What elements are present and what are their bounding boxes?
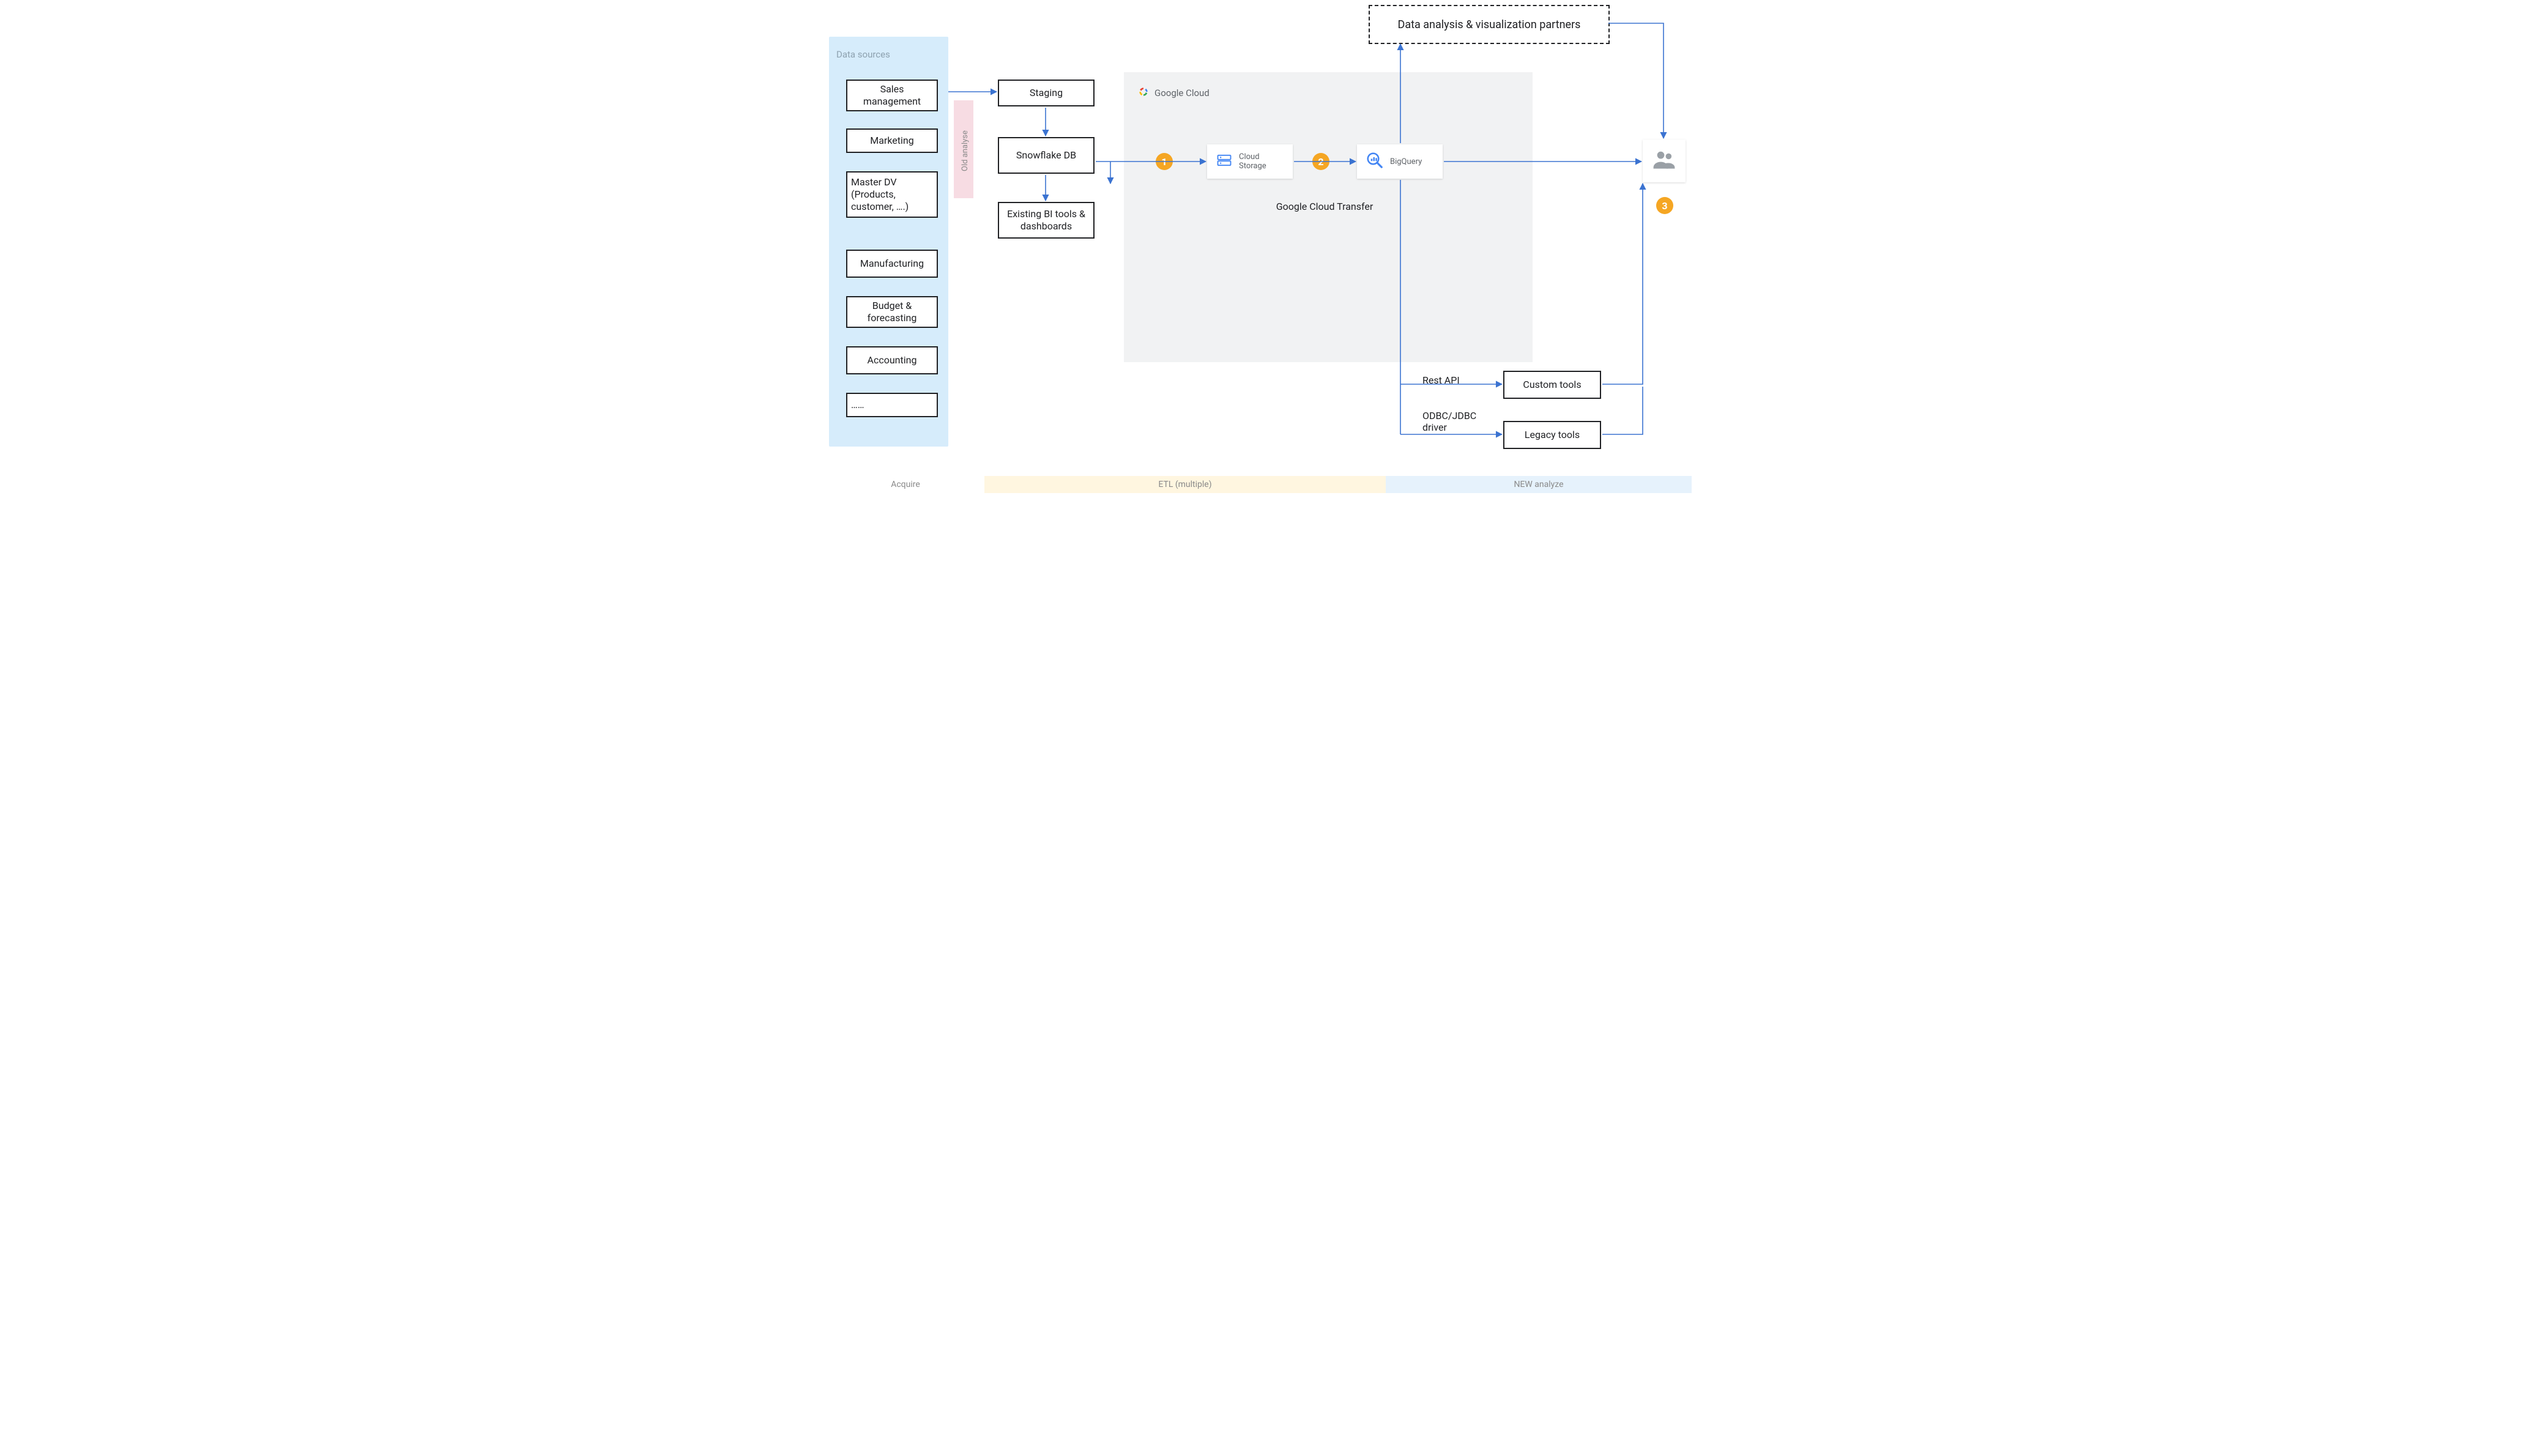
panel-partners: Data analysis & visualization partners: [1369, 5, 1610, 44]
google-cloud-logo-icon: [1137, 86, 1150, 100]
cloud-storage-label: Cloud Storage: [1239, 152, 1284, 171]
box-legacy-tools: Legacy tools: [1503, 421, 1601, 449]
data-sources-title: Data sources: [836, 49, 890, 60]
users-icon: [1651, 146, 1678, 176]
box-staging: Staging: [998, 80, 1095, 106]
phase-etl: ETL (multiple): [984, 476, 1386, 493]
old-analyse-label: Old analyse: [961, 130, 970, 171]
google-cloud-brand-text: Google Cloud: [1154, 87, 1210, 98]
transfer-label: Google Cloud Transfer: [1251, 201, 1398, 212]
panel-google-cloud: [1124, 72, 1533, 362]
box-custom-tools: Custom tools: [1503, 371, 1601, 399]
source-budget: Budget & forecasting: [846, 296, 938, 328]
svc-bigquery: BigQuery: [1357, 144, 1443, 179]
source-sales: Sales management: [846, 80, 938, 111]
partners-label: Data analysis & visualization partners: [1398, 18, 1581, 31]
source-accounting: Accounting: [846, 346, 938, 374]
step-2: 2: [1312, 153, 1329, 170]
source-more: ……: [846, 393, 938, 417]
box-bi-tools: Existing BI tools & dashboards: [998, 202, 1095, 239]
google-cloud-brand: Google Cloud: [1137, 86, 1210, 100]
odbc-jdbc-label: ODBC/JDBC driver: [1422, 410, 1496, 433]
step-3: 3: [1656, 197, 1673, 214]
step-1: 1: [1156, 153, 1173, 170]
box-snowflake: Snowflake DB: [998, 137, 1095, 174]
rest-api-label: Rest API: [1422, 374, 1460, 386]
source-mfg: Manufacturing: [846, 250, 938, 278]
architecture-diagram: Data analysis & visualization partners D…: [823, 0, 1716, 514]
source-marketing: Marketing: [846, 128, 938, 153]
users-box: [1643, 139, 1686, 182]
svc-cloud-storage: Cloud Storage: [1207, 144, 1293, 179]
bigquery-icon: [1366, 151, 1384, 172]
source-master-dv: Master DV (Products, customer, ….): [846, 171, 938, 218]
cloud-storage-icon: [1216, 152, 1233, 171]
bigquery-label: BigQuery: [1390, 157, 1422, 166]
phase-new-analyze: NEW analyze: [1386, 476, 1692, 493]
phase-acquire: Acquire: [841, 476, 970, 493]
